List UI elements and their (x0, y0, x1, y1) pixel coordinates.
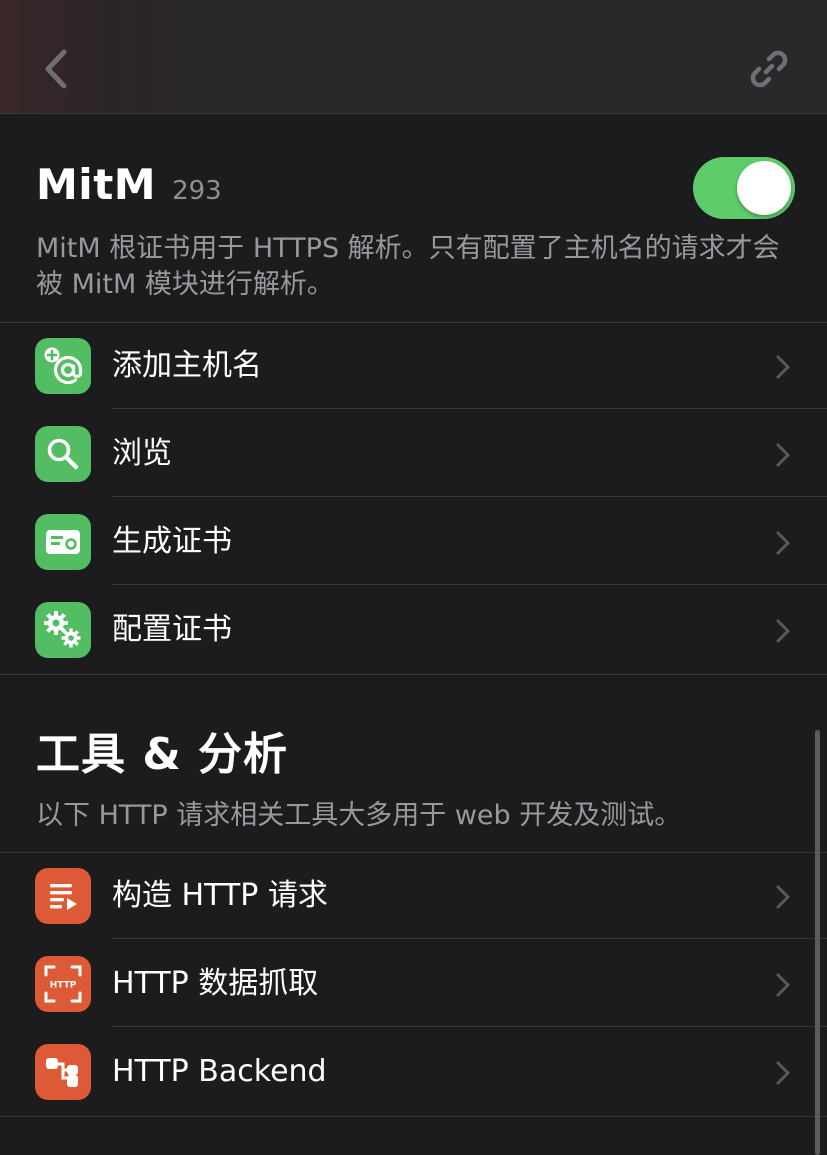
row-label: 配置证书 (112, 612, 232, 647)
http-icon-text: HTTP (50, 981, 77, 991)
tools-section-title: 工具 & 分析 (36, 729, 289, 780)
mitm-header: MitM 293 (36, 160, 222, 220)
chevron-right-icon (776, 1061, 790, 1085)
row-browse[interactable]: 浏览 (0, 410, 827, 498)
chevron-right-icon (776, 619, 790, 643)
scrollbar[interactable] (815, 730, 820, 1155)
divider (0, 674, 827, 675)
row-divider (112, 496, 827, 497)
backend-tree-icon (35, 1044, 91, 1100)
link-icon (750, 50, 788, 88)
mitm-title: MitM (36, 160, 157, 209)
chevron-left-icon (45, 49, 67, 89)
http-capture-icon: HTTP (35, 956, 91, 1012)
chevron-right-icon (776, 443, 790, 467)
row-divider (112, 938, 827, 939)
row-label: 构造 HTTP 请求 (112, 878, 328, 913)
row-generate-certificate[interactable]: 生成证书 (0, 498, 827, 586)
back-button[interactable] (36, 44, 76, 94)
toggle-knob (737, 161, 791, 215)
row-http-capture[interactable]: HTTP HTTP 数据抓取 (0, 940, 827, 1028)
chevron-right-icon (776, 885, 790, 909)
row-label: HTTP 数据抓取 (112, 966, 319, 1001)
row-label: HTTP Backend (112, 1054, 327, 1089)
search-icon (35, 426, 91, 482)
row-label: 添加主机名 (112, 348, 262, 383)
row-compose-http-request[interactable]: 构造 HTTP 请求 (0, 852, 827, 940)
share-link-button[interactable] (746, 46, 792, 92)
row-configure-certificate[interactable]: 配置证书 (0, 586, 827, 674)
row-http-backend[interactable]: HTTP Backend (0, 1028, 827, 1116)
mitm-hostname-count: 293 (172, 176, 222, 206)
mitm-description: MitM 根证书用于 HTTPS 解析。只有配置了主机名的请求才会被 MitM … (36, 233, 780, 300)
chevron-right-icon (776, 973, 790, 997)
mitm-enable-toggle[interactable] (693, 157, 795, 219)
compose-request-icon (35, 868, 91, 924)
row-divider (112, 408, 827, 409)
certificate-icon (35, 514, 91, 570)
row-add-hostname[interactable]: 添加主机名 (0, 322, 827, 410)
divider (0, 1116, 827, 1117)
row-label: 生成证书 (112, 524, 232, 559)
gears-icon (35, 602, 91, 658)
row-label: 浏览 (112, 436, 172, 471)
chevron-right-icon (776, 531, 790, 555)
navigation-bar (0, 0, 827, 114)
chevron-right-icon (776, 355, 790, 379)
row-divider (112, 584, 827, 585)
add-hostname-at-icon (35, 338, 91, 394)
tools-description: 以下 HTTP 请求相关工具大多用于 web 开发及测试。 (36, 800, 682, 831)
row-divider (112, 1026, 827, 1027)
